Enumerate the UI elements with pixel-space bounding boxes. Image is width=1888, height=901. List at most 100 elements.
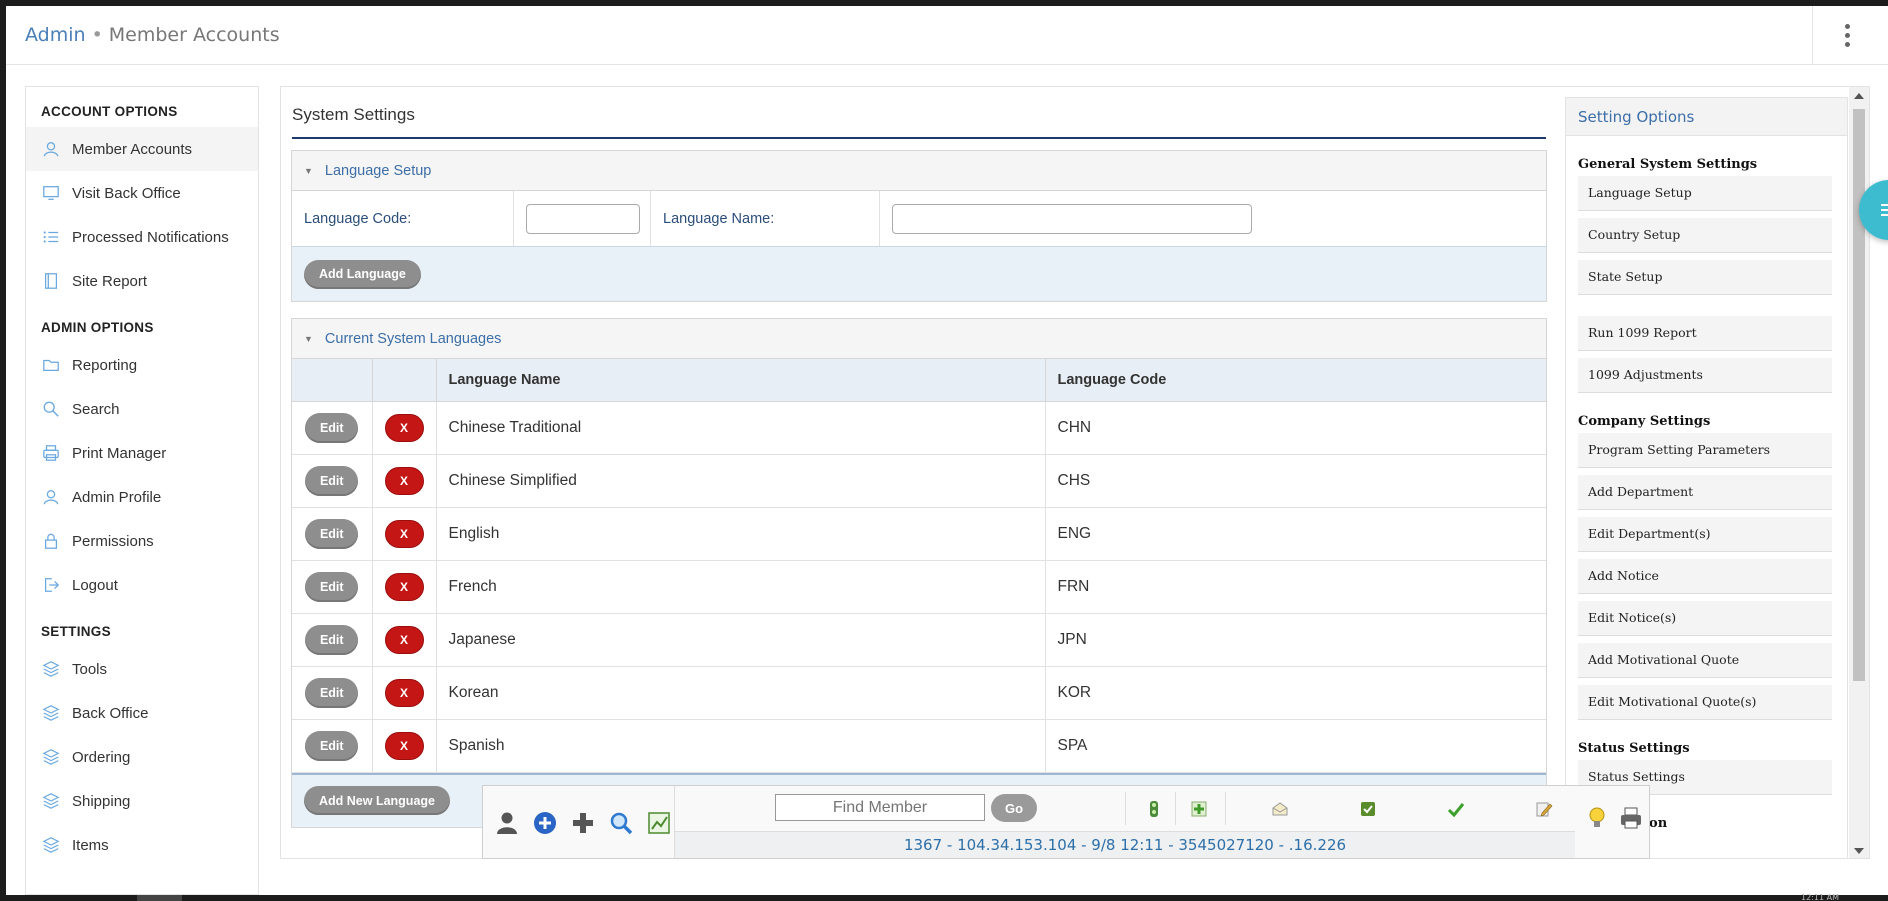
edit-cell: Edit	[292, 507, 373, 561]
sidebar-section-title: ADMIN OPTIONS	[41, 320, 154, 335]
delete-button[interactable]: X	[384, 466, 424, 495]
edit-button[interactable]: Edit	[305, 518, 359, 549]
sidebar-item-back-office[interactable]: Back Office	[26, 691, 258, 735]
option-add-department[interactable]: Add Department	[1578, 475, 1832, 510]
breadcrumb-current: Member Accounts	[108, 24, 280, 46]
toolbar-search-row: Go	[675, 786, 1575, 831]
delete-button[interactable]: X	[384, 625, 424, 654]
taskbar-tab[interactable]	[137, 895, 182, 901]
language-name-input[interactable]	[892, 203, 1252, 234]
page-title: System Settings	[292, 105, 415, 124]
report-chart-icon[interactable]	[643, 807, 674, 839]
sidebar-item-items[interactable]: Items	[26, 823, 258, 867]
printer-icon[interactable]	[1617, 804, 1645, 832]
layers-icon	[41, 835, 61, 855]
edit-button[interactable]: Edit	[305, 412, 359, 443]
setting-options-panel: Setting Options General System Settings L…	[1565, 97, 1848, 858]
option-add-motivational-quote[interactable]: Add Motivational Quote	[1578, 643, 1832, 678]
more-options-icon[interactable]	[1842, 24, 1852, 50]
language-name-cell: Japanese	[436, 613, 1046, 667]
sidebar-item-print-manager[interactable]: Print Manager	[26, 431, 258, 475]
option-1099-adjustments[interactable]: 1099 Adjustments	[1578, 358, 1832, 393]
add-language-button[interactable]: Add Language	[304, 259, 421, 289]
options-group-spacer	[1566, 302, 1847, 316]
edit-button[interactable]: Edit	[305, 677, 359, 708]
magnifier-icon[interactable]	[605, 807, 636, 839]
sidebar-item-processed-notifications[interactable]: Processed Notifications	[26, 215, 258, 259]
add-note-icon[interactable]	[1186, 796, 1212, 822]
language-code-label: Language Code:	[292, 191, 514, 246]
language-setup-header[interactable]: ▼ Language Setup	[292, 151, 1546, 191]
language-name-cell: Chinese Traditional	[436, 401, 1046, 455]
lightbulb-icon[interactable]	[1583, 804, 1611, 832]
logout-icon	[41, 575, 61, 595]
edit-cell: Edit	[292, 666, 373, 720]
sidebar-item-label: Ordering	[72, 748, 131, 766]
monitor-icon	[41, 183, 61, 203]
option-run-1099-report[interactable]: Run 1099 Report	[1578, 316, 1832, 351]
printer-icon	[41, 443, 61, 463]
delete-column-header	[372, 359, 437, 402]
edit-button[interactable]: Edit	[305, 465, 359, 496]
sidebar-item-admin-profile[interactable]: Admin Profile	[26, 475, 258, 519]
delete-cell: X	[372, 454, 437, 508]
checkmark-icon[interactable]	[1443, 796, 1469, 822]
delete-button[interactable]: X	[384, 678, 424, 707]
sidebar-item-tools[interactable]: Tools	[26, 647, 258, 691]
scroll-up-arrow-icon[interactable]	[1854, 93, 1864, 99]
breadcrumb-admin-link[interactable]: Admin	[25, 24, 86, 46]
table-header-row: Language Name Language Code	[292, 359, 1546, 402]
sidebar-item-logout[interactable]: Logout	[26, 563, 258, 607]
sidebar-item-ordering[interactable]: Ordering	[26, 735, 258, 779]
sidebar-item-permissions[interactable]: Permissions	[26, 519, 258, 563]
status-light-icon[interactable]	[1141, 796, 1167, 822]
option-edit-notice-s-[interactable]: Edit Notice(s)	[1578, 601, 1832, 636]
edit-button[interactable]: Edit	[305, 571, 359, 602]
options-group-title: General System Settings	[1578, 157, 1758, 172]
option-state-setup[interactable]: State Setup	[1578, 260, 1832, 295]
sidebar-item-member-accounts[interactable]: Member Accounts	[26, 127, 258, 171]
table-row: Edit X French FRN	[292, 560, 1546, 614]
verified-note-icon[interactable]	[1355, 796, 1381, 822]
delete-button[interactable]: X	[384, 413, 424, 442]
option-program-setting-parameters[interactable]: Program Setting Parameters	[1578, 433, 1832, 468]
edit-button[interactable]: Edit	[305, 624, 359, 655]
member-icon[interactable]	[491, 807, 522, 839]
sidebar-item-reporting[interactable]: Reporting	[26, 343, 258, 387]
option-edit-department-s-[interactable]: Edit Department(s)	[1578, 517, 1832, 552]
menu-lines-icon	[1881, 201, 1888, 219]
layers-icon	[41, 659, 61, 679]
option-add-notice[interactable]: Add Notice	[1578, 559, 1832, 594]
add-new-language-button[interactable]: Add New Language	[304, 786, 450, 815]
sidebar-item-label: Member Accounts	[72, 140, 193, 158]
edit-cell: Edit	[292, 401, 373, 455]
delete-button[interactable]: X	[384, 572, 424, 601]
edit-button[interactable]: Edit	[305, 730, 359, 761]
mail-icon[interactable]	[1267, 796, 1293, 822]
sidebar-item-visit-back-office[interactable]: Visit Back Office	[26, 171, 258, 215]
sidebar-item-shipping[interactable]: Shipping	[26, 779, 258, 823]
language-name-cell: English	[436, 507, 1046, 561]
go-button[interactable]: Go	[991, 794, 1037, 822]
language-code-input[interactable]	[526, 203, 640, 234]
plus-icon[interactable]	[567, 807, 598, 839]
sidebar-item-label: Back Office	[72, 704, 149, 722]
option-language-setup[interactable]: Language Setup	[1578, 176, 1832, 211]
sidebar-item-search[interactable]: Search	[26, 387, 258, 431]
find-member-input[interactable]	[775, 794, 985, 821]
layers-icon	[41, 791, 61, 811]
option-edit-motivational-quote-s-[interactable]: Edit Motivational Quote(s)	[1578, 685, 1832, 720]
table-row: Edit X Korean KOR	[292, 666, 1546, 720]
delete-button[interactable]: X	[384, 519, 424, 548]
current-languages-header[interactable]: ▼ Current System Languages	[292, 319, 1546, 359]
edit-pencil-icon[interactable]	[1531, 796, 1557, 822]
add-circle-icon[interactable]	[529, 807, 560, 839]
top-header: Admin • Member Accounts	[6, 6, 1888, 65]
lock-icon	[41, 531, 61, 551]
sidebar-item-label: Permissions	[72, 532, 154, 550]
delete-button[interactable]: X	[384, 731, 424, 760]
edit-cell: Edit	[292, 454, 373, 508]
scroll-down-arrow-icon[interactable]	[1854, 848, 1864, 854]
option-country-setup[interactable]: Country Setup	[1578, 218, 1832, 253]
sidebar-item-site-report[interactable]: Site Report	[26, 259, 258, 303]
